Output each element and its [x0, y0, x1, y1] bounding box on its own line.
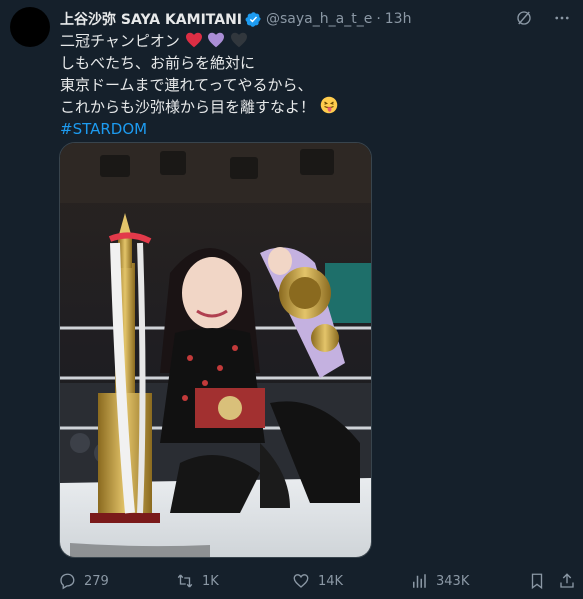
more-options-icon[interactable] [553, 9, 571, 27]
avatar[interactable] [10, 7, 50, 47]
author-handle[interactable]: @saya_h_a_t_e [266, 11, 372, 27]
purple-heart-icon [208, 32, 225, 48]
share-icon [560, 573, 574, 588]
share-button[interactable] [558, 572, 576, 590]
reply-icon [60, 573, 75, 590]
tweet-line-4-text: これからも沙弥様から目を離すなよ！ [60, 98, 316, 116]
like-button[interactable]: 14K [292, 572, 343, 590]
photo-wrestler-with-trophy-and-belt-icon [60, 143, 371, 557]
hashtag-link[interactable]: #STARDOM [60, 118, 338, 140]
tweet-line-4: これからも沙弥様から目を離すなよ！ [60, 96, 338, 118]
red-heart-icon [185, 32, 202, 48]
black-heart-icon [231, 32, 248, 48]
tweet-line-1: 二冠チャンピオン [60, 30, 338, 52]
verified-badge-icon[interactable] [245, 11, 262, 28]
like-count: 14K [318, 573, 344, 589]
timestamp[interactable]: 13h [385, 11, 412, 27]
tweet-photo[interactable] [59, 142, 372, 558]
tweet-header: 上谷沙弥 SAYA KAMITANI @saya_h_a_t_e · 13h [60, 9, 411, 29]
tweet-line-1-text: 二冠チャンピオン [60, 32, 180, 50]
tweet-line-3: 東京ドームまで連れてってやるから、 [60, 76, 313, 94]
tweet-text: 二冠チャンピオン しもべたち、お前らを絶対に 東京ドームまで連れてってやるから、… [60, 30, 338, 140]
repost-count: 1K [202, 573, 219, 589]
heart-icon [293, 574, 309, 588]
views-count: 343K [436, 573, 470, 589]
tweet-top-actions [515, 9, 571, 27]
repost-button[interactable]: 1K [176, 572, 219, 590]
bookmark-icon [531, 573, 543, 590]
repost-icon [177, 574, 193, 588]
author-name[interactable]: 上谷沙弥 SAYA KAMITANI [60, 9, 242, 29]
separator-dot: · [376, 11, 381, 27]
bookmark-button[interactable] [528, 572, 546, 590]
tongue-face-emoji-icon [320, 96, 338, 114]
grok-icon[interactable] [515, 9, 533, 27]
tweet-line-2: しもべたち、お前らを絶対に [60, 54, 256, 72]
reply-button[interactable]: 279 [58, 572, 109, 590]
tweet-actions: 279 1K 14K 343K [58, 572, 578, 592]
views-button[interactable]: 343K [410, 572, 469, 590]
views-chart-icon [413, 574, 426, 588]
reply-count: 279 [84, 573, 109, 589]
